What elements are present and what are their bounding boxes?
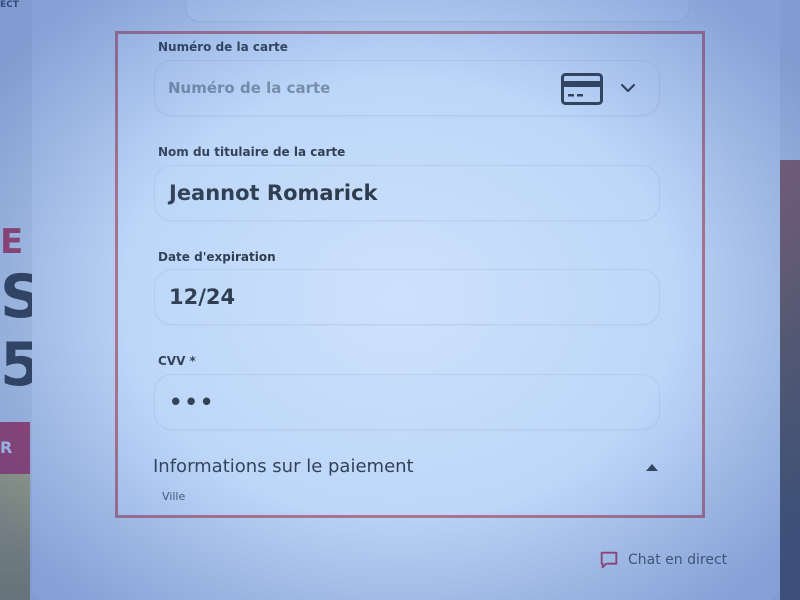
caret-up-icon[interactable]: [644, 462, 660, 472]
chevron-down-icon[interactable]: [619, 79, 637, 97]
card-number-field[interactable]: Numéro de la carte: [154, 60, 660, 116]
cardholder-name-value: Jeannot Romarick: [169, 181, 378, 205]
card-number-label: Numéro de la carte: [158, 40, 288, 54]
previous-field[interactable]: [185, 0, 690, 22]
live-chat-label: Chat en direct: [628, 552, 728, 568]
background-red-heading: E: [0, 222, 24, 262]
live-chat-button[interactable]: Chat en direct: [598, 549, 727, 571]
payment-info-section-title[interactable]: Informations sur le paiement: [153, 456, 414, 477]
background-side-image: [780, 160, 800, 600]
background-header-text: ECT: [0, 0, 19, 10]
background-cta-button: R: [0, 422, 30, 474]
city-field-label: Ville: [162, 490, 186, 503]
credit-card-icon: [561, 73, 603, 105]
cvv-masked-value: •••: [169, 390, 216, 414]
expiration-date-label: Date d'expiration: [158, 250, 276, 264]
cvv-field[interactable]: •••: [154, 374, 660, 430]
cardholder-name-label: Nom du titulaire de la carte: [158, 145, 346, 159]
expiration-date-value: 12/24: [169, 285, 236, 309]
cardholder-name-field[interactable]: Jeannot Romarick: [154, 165, 660, 221]
card-form-panel: Numéro de la carte Numéro de la carte No…: [115, 31, 705, 518]
chat-bubble-icon: [600, 551, 618, 569]
expiration-date-field[interactable]: 12/24: [154, 269, 660, 325]
card-number-placeholder: Numéro de la carte: [168, 79, 331, 97]
cvv-label: CVV *: [158, 354, 196, 368]
background-banner-image: [0, 474, 30, 600]
